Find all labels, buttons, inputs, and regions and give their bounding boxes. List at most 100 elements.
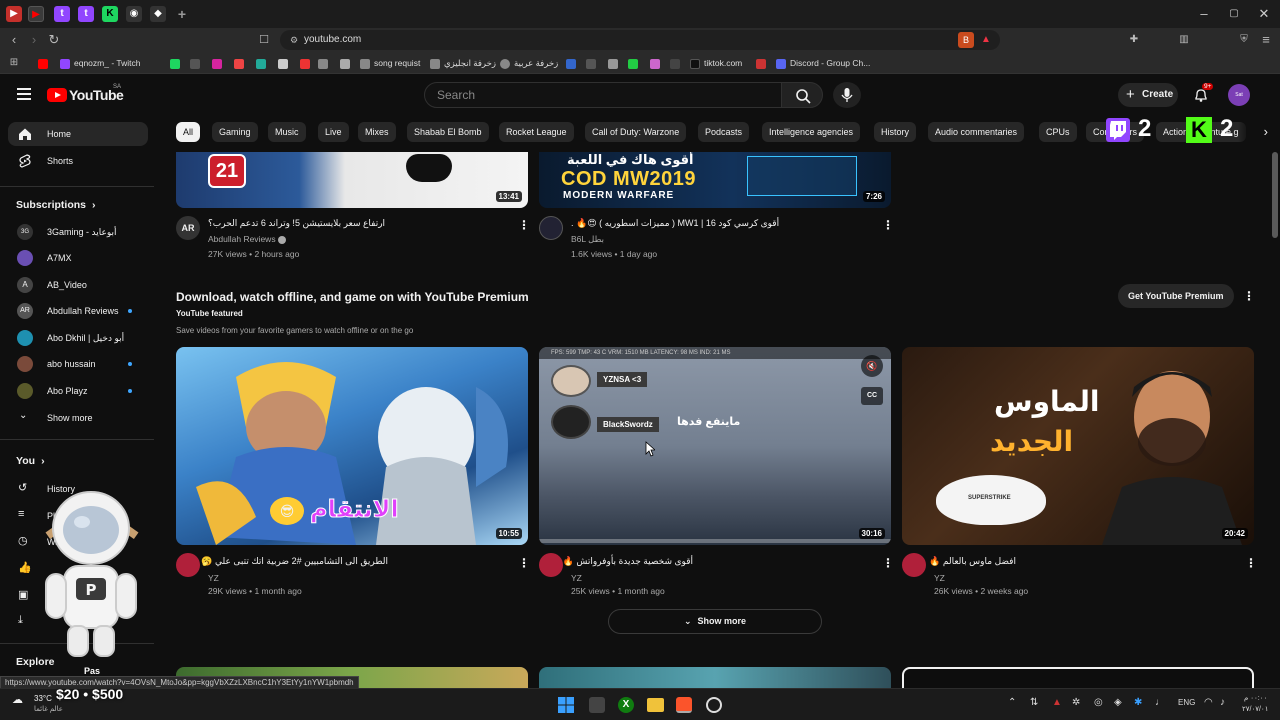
close-window-icon[interactable]: ✕ [1256,6,1272,22]
tray-app-icon-3[interactable]: ✲ [1072,697,1080,708]
video-title[interactable]: أقوى شخصية جديدة بأوفرواتش 🔥 [563,556,693,567]
get-premium-button[interactable]: Get YouTube Premium [1118,284,1234,308]
tray-expand-icon[interactable]: ⌃ [1008,697,1016,708]
chip-shabab-el-bomb[interactable]: Shabab El Bomb [407,122,489,142]
tray-app-icon-2[interactable]: ▲ [1052,697,1062,708]
store-icon[interactable] [589,697,605,713]
more-options-icon[interactable]: ⋮ [518,218,530,232]
sidebar-item-home[interactable]: Home [8,122,148,146]
apps-icon[interactable]: ⊞ [6,55,22,71]
language-indicator[interactable]: ENG [1178,698,1195,707]
clock-time[interactable]: ٠٠:٠٠ م [1244,694,1267,702]
weather-temp[interactable]: 33°C [34,694,52,703]
clock-date[interactable]: ٢٧/٠٧/٠١ [1242,705,1268,713]
maximize-icon[interactable]: ▢ [1226,6,1242,22]
video-title[interactable]: أقوى كرسي كود 16 | MW1 ( مميزات اسطوريه … [571,218,793,229]
minimize-icon[interactable]: – [1196,6,1212,22]
chip-live[interactable]: Live [318,122,349,142]
tab-twitch-icon[interactable]: t [54,6,70,22]
liked-videos-icon[interactable]: 👍 [18,561,32,574]
video-thumbnail[interactable] [902,667,1254,689]
video-thumbnail[interactable]: أقوى هاك في اللعبة COD MW2019 MODERN WAR… [539,152,891,208]
subscription-item[interactable]: abo hussain [0,356,154,372]
video-title[interactable]: افضل ماوس بالعالم 🔥 [929,556,1016,567]
video-thumbnail[interactable]: الماوس الجديد SUPERSTRIKE 20:42 [902,347,1254,545]
back-icon[interactable]: ‹ [6,32,22,48]
chip-intelligence-agencies[interactable]: Intelligence agencies [762,122,861,142]
shelf-more-options-icon[interactable]: ⋮ [1243,289,1255,303]
closed-captions-icon[interactable]: CC [861,387,883,405]
page-scrollbar[interactable] [1272,152,1278,238]
chips-next-button[interactable]: › [1238,122,1268,142]
channel-avatar[interactable] [176,553,200,577]
tab-extra-icon[interactable]: ◆ [150,6,166,22]
bookmark-icon-f[interactable] [318,55,332,71]
sidebar-toggle-icon[interactable]: ▥ [1176,32,1192,48]
voice-search-button[interactable] [833,82,861,108]
bookmark-twitch[interactable]: eqnozm_ - Twitch [60,55,140,71]
search-button[interactable] [781,82,823,108]
chip-audio-commentaries[interactable]: Audio commentaries [928,122,1025,142]
tray-app-icon-4[interactable]: ◎ [1094,697,1103,708]
bookmark-tiktok[interactable]: tiktok.com [690,55,742,71]
sidebar-item-shorts[interactable]: Shorts [8,150,148,172]
start-button-icon[interactable] [558,697,574,713]
channel-avatar[interactable] [539,553,563,577]
channel-avatar[interactable]: AR [176,216,200,240]
tab-youtube-active-icon[interactable]: ▶ [28,6,44,22]
bookmark-zakhrafa-english[interactable]: زخرفة انجليزي [430,55,496,71]
video-thumbnail[interactable]: 😎 الانتقام 10:55 [176,347,528,545]
settings-icon[interactable] [706,697,722,713]
channel-name[interactable]: B6L بطل [571,234,604,245]
notifications-button[interactable]: 9+ [1193,83,1214,103]
site-info-icon[interactable]: ⚙ [286,32,302,48]
video-title[interactable]: ارتفاع سعر بلايستيشن 5! وتراند 6 تدعم ال… [208,218,488,229]
new-tab-icon[interactable]: + [174,6,190,22]
wifi-icon[interactable]: ◠ [1204,697,1213,708]
bookmark-icon-m[interactable] [670,55,684,71]
bookmark-icon-c[interactable] [256,55,270,71]
forward-icon[interactable]: › [26,32,42,48]
more-options-icon[interactable]: ⋮ [518,556,530,570]
xbox-icon[interactable]: X [618,697,634,713]
hamburger-menu-icon[interactable] [17,88,31,100]
bookmark-icon[interactable]: ☐ [256,32,272,48]
bookmark-icon-l[interactable] [650,55,664,71]
channel-name[interactable]: YZ [571,573,582,583]
brave-shield-icon[interactable]: B [958,32,974,48]
file-explorer-icon[interactable] [647,698,664,712]
downloads-icon[interactable]: ⤓ [18,614,23,627]
bookmark-icon-h[interactable] [566,55,580,71]
bluetooth-icon[interactable]: ✱ [1134,697,1142,708]
chip-call-of-duty-warzone[interactable]: Call of Duty: Warzone [585,122,687,142]
video-thumbnail[interactable]: FPS: 599 TMP: 43 C VRM: 1510 MB LATENCY:… [539,347,891,545]
chip-history[interactable]: History [874,122,917,142]
subscriptions-heading[interactable]: Subscriptions › [16,199,96,211]
channel-name[interactable]: YZ [208,573,219,583]
subscription-item[interactable]: A AB_Video [0,277,154,293]
tray-app-icon-5[interactable]: ◈ [1114,697,1122,708]
chip-cpus[interactable]: CPUs [1039,122,1077,142]
bookmark-kick-icon[interactable] [170,55,184,71]
bookmark-instagram-icon[interactable] [212,55,226,71]
chip-gaming[interactable]: Gaming [212,122,258,142]
account-avatar[interactable]: Sat [1228,84,1250,106]
menu-icon[interactable]: ≡ [1258,32,1274,48]
reload-icon[interactable]: ↻ [46,32,62,48]
bookmark-icon-k[interactable] [628,55,642,71]
bookmark-youtube-icon[interactable] [38,55,52,71]
bookmark-icon-g[interactable] [340,55,354,71]
bookmark-icon-i[interactable] [586,55,600,71]
create-button[interactable]: + Create [1118,83,1178,107]
video-thumbnail[interactable] [539,667,891,689]
volume-icon[interactable]: ♪ [1220,697,1225,708]
bookmark-icon-d[interactable] [278,55,292,71]
youtube-logo-icon[interactable] [47,88,67,102]
tab-kick-icon[interactable]: K [102,6,118,22]
bookmark-zakhrafa-arabic[interactable]: زخرفة عربية [500,55,558,71]
mute-icon[interactable]: 🔇 [861,355,883,377]
bookmark-icon-b[interactable] [234,55,248,71]
tab-discord-icon[interactable]: ◉ [126,6,142,22]
bookmark-song-request[interactable]: song requist [360,55,420,71]
chip-mixes[interactable]: Mixes [358,122,396,142]
